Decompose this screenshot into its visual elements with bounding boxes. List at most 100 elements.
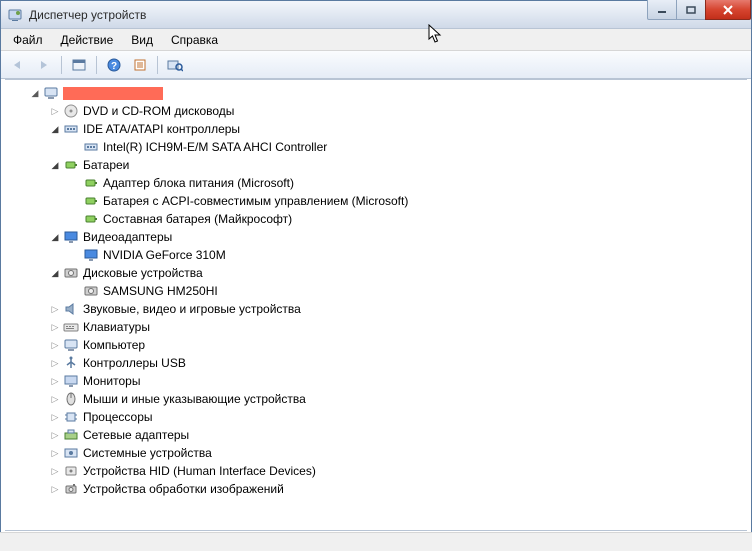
category-label: Видеоадаптеры <box>83 230 172 244</box>
tree-root-node[interactable]: ◢ <box>5 84 747 102</box>
monitor-icon <box>63 373 79 389</box>
network-icon <box>63 427 79 443</box>
menu-action[interactable]: Действие <box>53 31 122 49</box>
optical-icon <box>63 103 79 119</box>
tree-category[interactable]: ▷ Компьютер <box>5 336 747 354</box>
category-label: Клавиатуры <box>83 320 150 334</box>
tree-device[interactable]: SAMSUNG HM250HI <box>5 282 747 300</box>
category-label: IDE ATA/ATAPI контроллеры <box>83 122 240 136</box>
mouse-icon <box>63 391 79 407</box>
imaging-icon <box>63 481 79 497</box>
tree-category[interactable]: ▷ Звуковые, видео и игровые устройства <box>5 300 747 318</box>
expand-icon[interactable]: ▷ <box>49 303 61 315</box>
category-label: Дисковые устройства <box>83 266 203 280</box>
tree-device[interactable]: Составная батарея (Майкрософт) <box>5 210 747 228</box>
menubar: Файл Действие Вид Справка <box>1 29 751 51</box>
app-icon <box>7 7 23 23</box>
expand-icon[interactable]: ▷ <box>49 339 61 351</box>
show-hidden-button[interactable] <box>68 54 90 76</box>
ide-icon <box>63 121 79 137</box>
tree-category[interactable]: ▷ Процессоры <box>5 408 747 426</box>
expand-icon[interactable]: ▷ <box>49 447 61 459</box>
tree-category[interactable]: ▷ Клавиатуры <box>5 318 747 336</box>
category-label: Контроллеры USB <box>83 356 186 370</box>
battery-icon <box>83 175 99 191</box>
expand-icon[interactable]: ▷ <box>49 429 61 441</box>
collapse-icon[interactable]: ◢ <box>29 87 41 99</box>
properties-button[interactable] <box>129 54 151 76</box>
expand-icon[interactable]: ◢ <box>49 267 61 279</box>
menu-view[interactable]: Вид <box>123 31 161 49</box>
display-icon <box>63 229 79 245</box>
category-label: Батареи <box>83 158 129 172</box>
category-label: Компьютер <box>83 338 145 352</box>
device-label: Составная батарея (Майкрософт) <box>103 212 292 226</box>
svg-text:?: ? <box>111 61 117 72</box>
tree-category[interactable]: ▷ DVD и CD-ROM дисководы <box>5 102 747 120</box>
computer-icon <box>63 337 79 353</box>
device-label: Батарея с ACPI-совместимым управлением (… <box>103 194 408 208</box>
maximize-button[interactable] <box>676 0 706 20</box>
sound-icon <box>63 301 79 317</box>
usb-icon <box>63 355 79 371</box>
tree-category[interactable]: ◢ IDE ATA/ATAPI контроллеры <box>5 120 747 138</box>
category-label: Устройства HID (Human Interface Devices) <box>83 464 316 478</box>
category-label: Устройства обработки изображений <box>83 482 284 496</box>
toolbar-separator <box>96 56 97 74</box>
tree-category[interactable]: ▷ Мыши и иные указывающие устройства <box>5 390 747 408</box>
disk-icon <box>83 283 99 299</box>
tree-category[interactable]: ▷ Системные устройства <box>5 444 747 462</box>
device-label: SAMSUNG HM250HI <box>103 284 218 298</box>
category-label: Системные устройства <box>83 446 212 460</box>
expand-icon[interactable]: ▷ <box>49 375 61 387</box>
expand-icon[interactable]: ◢ <box>49 159 61 171</box>
expand-icon[interactable]: ▷ <box>49 483 61 495</box>
window-title: Диспетчер устройств <box>29 8 747 22</box>
expand-icon[interactable]: ◢ <box>49 231 61 243</box>
expand-icon[interactable]: ▷ <box>49 393 61 405</box>
tree-device[interactable]: NVIDIA GeForce 310M <box>5 246 747 264</box>
toolbar: ? <box>1 51 751 79</box>
tree-category[interactable]: ▷ Контроллеры USB <box>5 354 747 372</box>
back-button[interactable] <box>7 54 29 76</box>
device-label: Адаптер блока питания (Microsoft) <box>103 176 294 190</box>
computer-icon <box>43 85 59 101</box>
scan-hardware-button[interactable] <box>164 54 186 76</box>
battery-icon <box>83 193 99 209</box>
system-icon <box>63 445 79 461</box>
tree-device[interactable]: Батарея с ACPI-совместимым управлением (… <box>5 192 747 210</box>
category-label: Сетевые адаптеры <box>83 428 189 442</box>
category-label: Процессоры <box>83 410 153 424</box>
keyboard-icon <box>63 319 79 335</box>
expand-icon[interactable]: ▷ <box>49 357 61 369</box>
expand-icon[interactable]: ▷ <box>49 411 61 423</box>
menu-file[interactable]: Файл <box>5 31 51 49</box>
expand-icon[interactable]: ▷ <box>49 105 61 117</box>
category-label: DVD и CD-ROM дисководы <box>83 104 234 118</box>
device-label: NVIDIA GeForce 310M <box>103 248 226 262</box>
display-icon <box>83 247 99 263</box>
tree-category[interactable]: ▷ Устройства обработки изображений <box>5 480 747 498</box>
category-label: Мониторы <box>83 374 140 388</box>
cpu-icon <box>63 409 79 425</box>
tree-category[interactable]: ◢ Дисковые устройства <box>5 264 747 282</box>
forward-button[interactable] <box>33 54 55 76</box>
tree-device[interactable]: Адаптер блока питания (Microsoft) <box>5 174 747 192</box>
tree-category[interactable]: ◢ Видеоадаптеры <box>5 228 747 246</box>
category-label: Звуковые, видео и игровые устройства <box>83 302 301 316</box>
tree-category[interactable]: ▷ Сетевые адаптеры <box>5 426 747 444</box>
category-label: Мыши и иные указывающие устройства <box>83 392 306 406</box>
toolbar-separator <box>61 56 62 74</box>
tree-category[interactable]: ◢ Батареи <box>5 156 747 174</box>
expand-icon[interactable]: ▷ <box>49 321 61 333</box>
tree-device[interactable]: Intel(R) ICH9M-E/M SATA AHCI Controller <box>5 138 747 156</box>
minimize-button[interactable] <box>647 0 677 20</box>
expand-icon[interactable]: ▷ <box>49 465 61 477</box>
ide-icon <box>83 139 99 155</box>
close-button[interactable] <box>705 0 751 20</box>
tree-category[interactable]: ▷ Устройства HID (Human Interface Devices… <box>5 462 747 480</box>
menu-help[interactable]: Справка <box>163 31 226 49</box>
tree-category[interactable]: ▷ Мониторы <box>5 372 747 390</box>
help-button[interactable]: ? <box>103 54 125 76</box>
expand-icon[interactable]: ◢ <box>49 123 61 135</box>
